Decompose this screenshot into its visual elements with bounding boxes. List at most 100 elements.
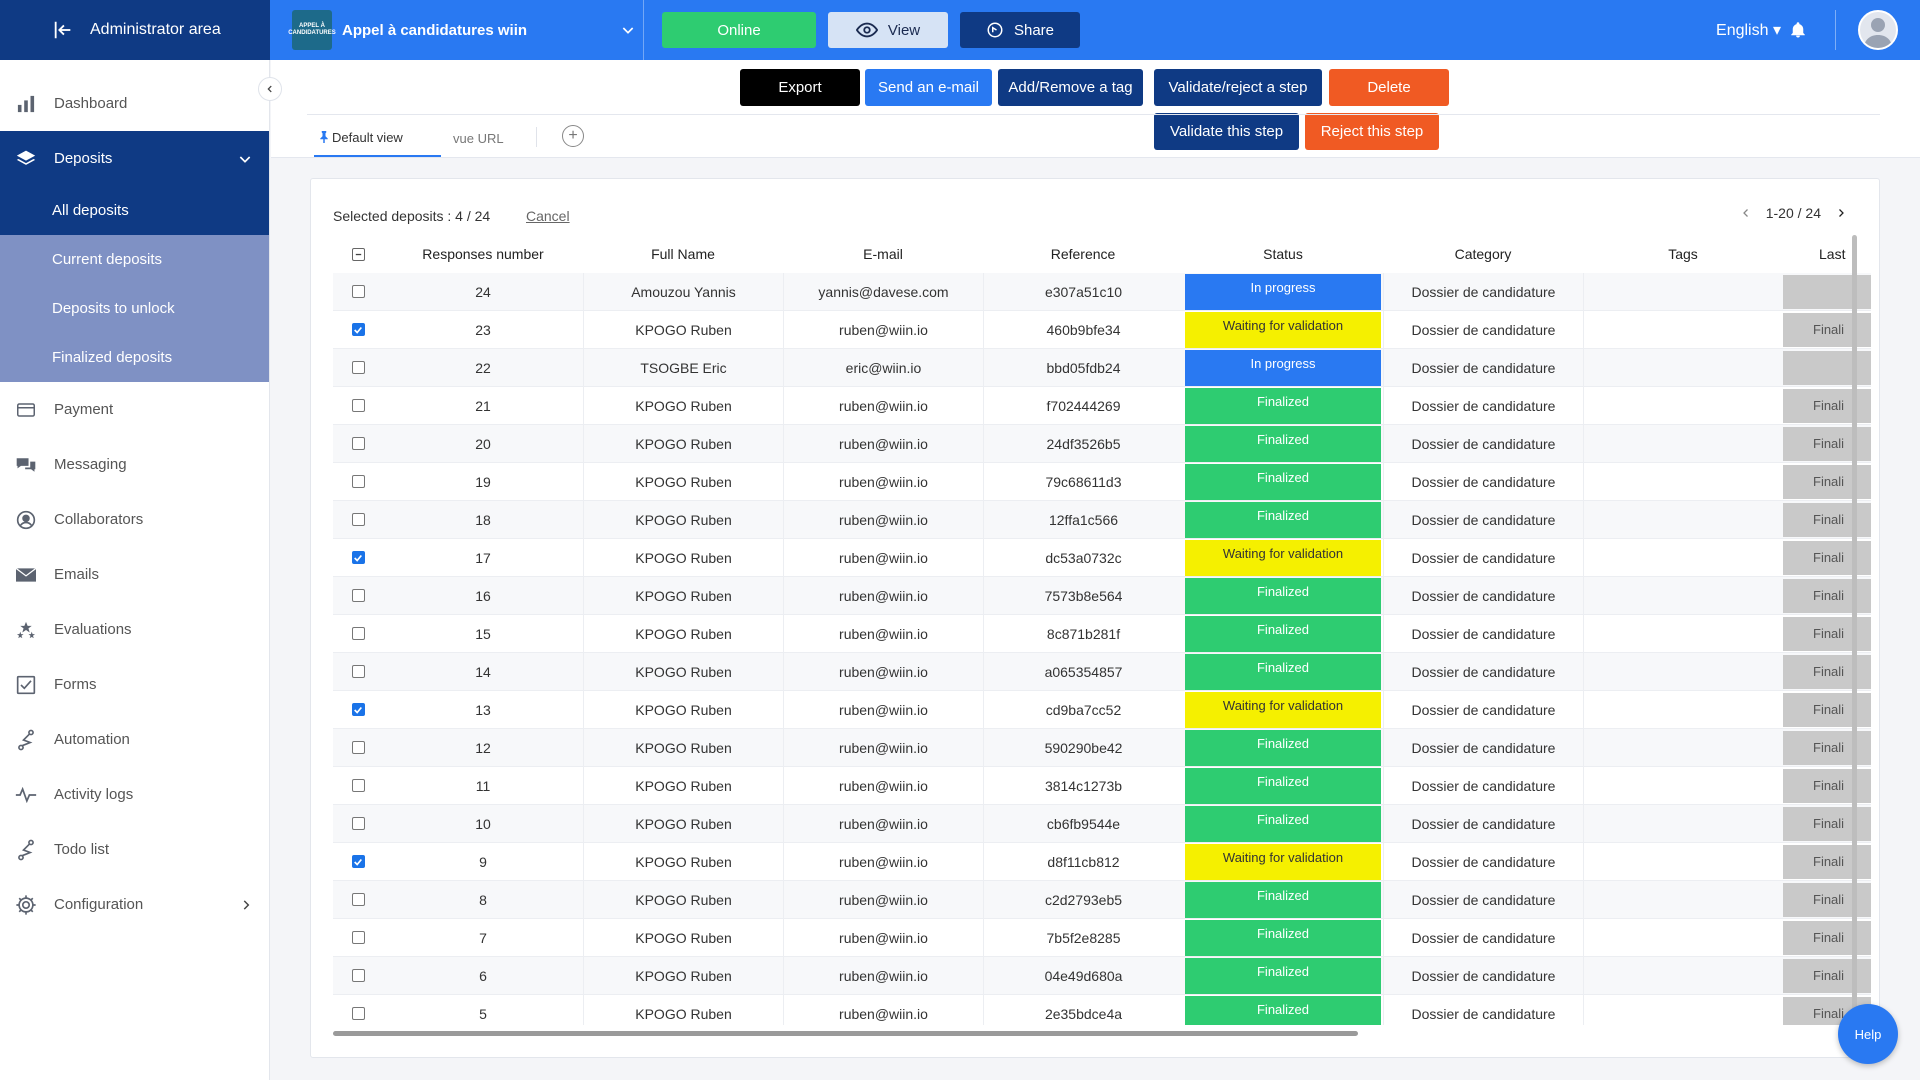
sidebar-item-configuration[interactable]: Configuration [0,877,269,932]
row-checkbox[interactable] [351,285,365,298]
column-header-last[interactable]: Last [1783,235,1871,273]
row-checkbox[interactable] [351,741,365,754]
row-checkbox-cell[interactable] [333,919,383,956]
view-button[interactable]: View [828,12,948,48]
row-checkbox-cell[interactable] [333,615,383,652]
row-checkbox-cell[interactable] [333,995,383,1025]
table-row[interactable]: 14 KPOGO Ruben ruben@wiin.io a065354857 Fina… [333,653,1871,691]
row-checkbox[interactable] [351,361,365,374]
table-row[interactable]: 17 KPOGO Ruben ruben@wiin.io dc53a0732c Wait… [333,539,1871,577]
row-checkbox[interactable] [351,703,365,716]
sidebar-subitem-finalized-deposits[interactable]: Finalized deposits [0,333,269,382]
chevron-down-icon[interactable] [613,22,643,38]
row-checkbox-cell[interactable] [333,805,383,842]
row-checkbox[interactable] [351,855,365,868]
table-row[interactable]: 15 KPOGO Ruben ruben@wiin.io 8c871b281f Fina… [333,615,1871,653]
sidebar-subitem-deposits-to-unlock[interactable]: Deposits to unlock [0,284,269,333]
row-checkbox[interactable] [351,437,365,450]
row-checkbox[interactable] [351,475,365,488]
sidebar-item-messaging[interactable]: Messaging [0,437,269,492]
table-row[interactable]: 9 KPOGO Ruben ruben@wiin.io d8f11cb812 Waiti… [333,843,1871,881]
row-checkbox[interactable] [351,513,365,526]
table-row[interactable]: 16 KPOGO Ruben ruben@wiin.io 7573b8e564 Fina… [333,577,1871,615]
row-checkbox-cell[interactable] [333,577,383,614]
table-row[interactable]: 5 KPOGO Ruben ruben@wiin.io 2e35bdce4a Final… [333,995,1871,1025]
row-checkbox[interactable] [351,627,365,640]
select-all-checkbox-cell[interactable] [333,235,383,273]
row-checkbox[interactable] [351,779,365,792]
row-checkbox[interactable] [351,665,365,678]
tab-default-view[interactable]: Default view [314,119,441,157]
chevron-down-icon[interactable] [237,151,253,167]
row-checkbox-cell[interactable] [333,311,383,348]
user-avatar[interactable] [1858,10,1898,50]
row-checkbox-cell[interactable] [333,539,383,576]
row-checkbox[interactable] [351,551,365,564]
table-row[interactable]: 13 KPOGO Ruben ruben@wiin.io cd9ba7cc52 Wait… [333,691,1871,729]
table-row[interactable]: 22 TSOGBE Eric eric@wiin.io bbd05fdb24 In pr… [333,349,1871,387]
share-button[interactable]: Share [960,12,1080,48]
tab-vue-url[interactable]: vue URL [453,119,504,157]
sidebar-item-payment[interactable]: Payment [0,382,269,437]
sidebar-item-deposits[interactable]: Deposits [0,131,269,186]
table-row[interactable]: 8 KPOGO Ruben ruben@wiin.io c2d2793eb5 Final… [333,881,1871,919]
table-row[interactable]: 6 KPOGO Ruben ruben@wiin.io 04e49d680a Final… [333,957,1871,995]
column-header-email[interactable]: E-mail [783,235,983,273]
sidebar-item-collaborators[interactable]: Collaborators [0,492,269,547]
row-checkbox-cell[interactable] [333,843,383,880]
chevron-right-icon[interactable] [1835,207,1847,219]
sidebar-item-activity-logs[interactable]: Activity logs [0,767,269,822]
row-checkbox-cell[interactable] [333,501,383,538]
table-row[interactable]: 23 KPOGO Ruben ruben@wiin.io 460b9bfe34 Wait… [333,311,1871,349]
project-selector[interactable]: APPEL À CANDIDATURES Appel à candidature… [270,0,644,60]
collapse-sidebar-button[interactable] [258,77,282,101]
cancel-selection-link[interactable]: Cancel [526,208,570,224]
sidebar-item-forms[interactable]: Forms [0,657,269,712]
row-checkbox-cell[interactable] [333,387,383,424]
online-button[interactable]: Online [662,12,816,48]
row-checkbox-cell[interactable] [333,273,383,310]
row-checkbox[interactable] [351,399,365,412]
table-row[interactable]: 24 Amouzou Yannis yannis@davese.com e307a51… [333,273,1871,311]
horizontal-scrollbar[interactable] [333,1031,1358,1036]
column-header-reference[interactable]: Reference [983,235,1183,273]
row-checkbox-cell[interactable] [333,957,383,994]
table-row[interactable]: 10 KPOGO Ruben ruben@wiin.io cb6fb9544e Fina… [333,805,1871,843]
row-checkbox[interactable] [351,1007,365,1020]
row-checkbox-cell[interactable] [333,463,383,500]
bell-icon[interactable] [1789,20,1807,40]
table-row[interactable]: 20 KPOGO Ruben ruben@wiin.io 24df3526b5 Fina… [333,425,1871,463]
sidebar-subitem-all-deposits[interactable]: All deposits [0,186,269,235]
sidebar-subitem-current-deposits[interactable]: Current deposits [0,235,269,284]
table-row[interactable]: 18 KPOGO Ruben ruben@wiin.io 12ffa1c566 Fina… [333,501,1871,539]
sidebar-item-evaluations[interactable]: Evaluations [0,602,269,657]
column-header-status[interactable]: Status [1183,235,1383,273]
row-checkbox[interactable] [351,893,365,906]
sidebar-item-todo-list[interactable]: Todo list [0,822,269,877]
sidebar-item-automation[interactable]: Automation [0,712,269,767]
table-row[interactable]: 19 KPOGO Ruben ruben@wiin.io 79c68611d3 Fina… [333,463,1871,501]
row-checkbox-cell[interactable] [333,691,383,728]
add-view-button[interactable]: + [562,125,584,147]
row-checkbox-cell[interactable] [333,729,383,766]
sidebar-item-dashboard[interactable]: Dashboard [0,76,269,131]
table-row[interactable]: 21 KPOGO Ruben ruben@wiin.io f702444269 Fina… [333,387,1871,425]
administrator-area-link[interactable]: Administrator area [0,0,270,60]
row-checkbox-cell[interactable] [333,653,383,690]
language-selector[interactable]: English ▾ [1716,20,1781,40]
sidebar-item-emails[interactable]: Emails [0,547,269,602]
column-header-tags[interactable]: Tags [1583,235,1783,273]
row-checkbox[interactable] [351,323,365,336]
row-checkbox-cell[interactable] [333,767,383,804]
table-row[interactable]: 7 KPOGO Ruben ruben@wiin.io 7b5f2e8285 Final… [333,919,1871,957]
chevron-left-icon[interactable] [1740,207,1752,219]
help-button[interactable]: Help [1838,1004,1898,1064]
row-checkbox[interactable] [351,931,365,944]
row-checkbox-cell[interactable] [333,349,383,386]
table-row[interactable]: 11 KPOGO Ruben ruben@wiin.io 3814c1273b Fina… [333,767,1871,805]
column-header-category[interactable]: Category [1383,235,1583,273]
column-header-responses[interactable]: Responses number [383,235,583,273]
vertical-scrollbar[interactable] [1852,235,1857,1015]
row-checkbox-cell[interactable] [333,425,383,462]
chevron-right-icon[interactable] [239,898,253,912]
